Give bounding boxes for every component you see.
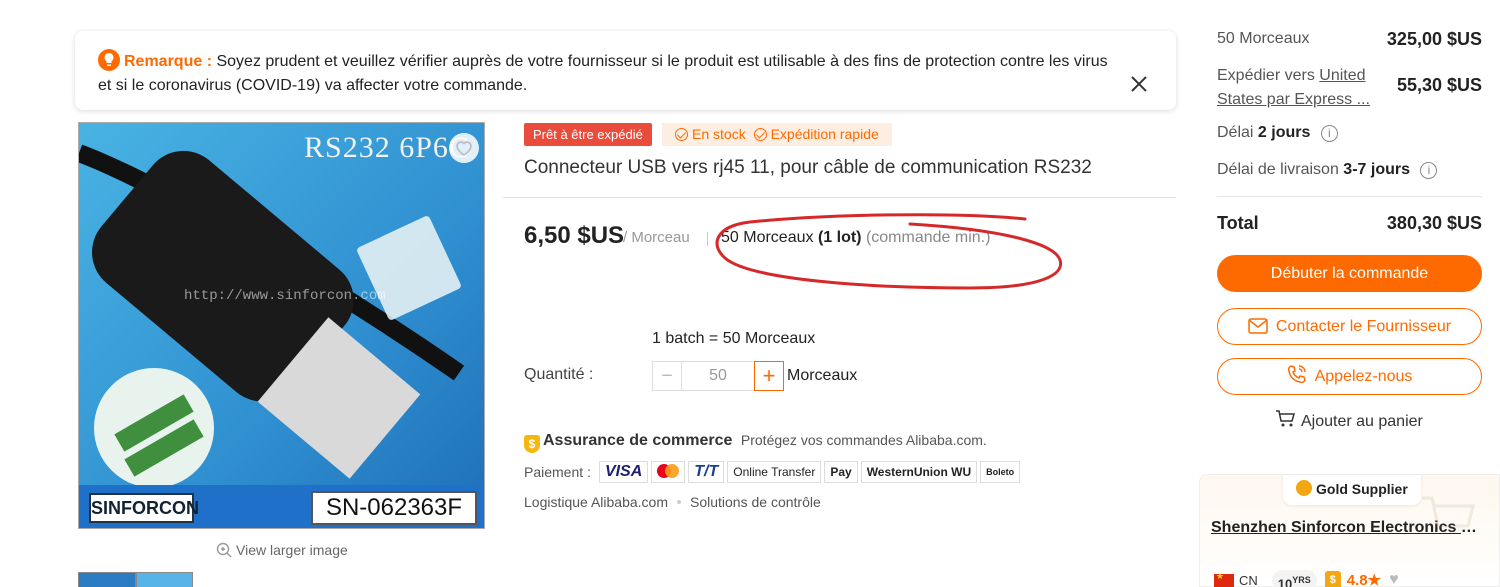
trade-assurance: $ Assurance de commerce Protégez vos comm… — [524, 432, 987, 453]
lightbulb-icon — [98, 49, 120, 71]
divider — [503, 197, 1176, 198]
decrement-button[interactable]: − — [652, 361, 682, 391]
inspection-link[interactable]: Solutions de contrôle — [690, 494, 821, 510]
supplier-rating: 4.8★ — [1346, 572, 1382, 587]
fast-ship-label: Expédition rapide — [770, 126, 879, 142]
payment-methods: Paiement : VISA T/T Online Transfer Pay … — [524, 461, 1021, 483]
supplier-years: 10YRS — [1271, 570, 1317, 587]
add-to-cart-button[interactable]: Ajouter au panier — [1275, 410, 1423, 433]
total-value: 380,30 $US — [1386, 213, 1482, 233]
image-watermark-url: http://www.sinforcon.com — [184, 288, 386, 304]
serial-number: SN-062363F — [311, 491, 477, 525]
logistics-row: Logistique Alibaba.com Solutions de contr… — [524, 494, 821, 510]
cable-illustration — [79, 144, 465, 488]
quantity-unit: Morceaux — [787, 367, 858, 384]
contact-supplier-label: Contacter le Fournisseur — [1275, 318, 1452, 335]
thumbnail-2[interactable] — [136, 572, 193, 587]
increment-button[interactable]: + — [754, 361, 784, 391]
price-unit: / Morceau — [623, 229, 690, 246]
assurance-desc: Protégez vos commandes Alibaba.com. — [740, 432, 987, 448]
call-us-button[interactable]: Appelez-nous — [1217, 358, 1482, 395]
decorative-cart-icon — [1422, 496, 1475, 528]
stock-badge: En stock Expédition rapide — [662, 123, 892, 146]
notice-banner: Remarque : Soyez prudent et veuillez vér… — [75, 31, 1176, 110]
contact-supplier-button[interactable]: Contacter le Fournisseur — [1217, 308, 1482, 345]
lead-time-row: Délai 2 jours i — [1217, 124, 1338, 142]
boleto-logo: Boleto — [980, 461, 1021, 483]
info-icon[interactable]: i — [1320, 125, 1338, 142]
delivery-row: Délai de livraison 3-7 jours i — [1217, 161, 1438, 179]
quantity-label: Quantité : — [524, 366, 594, 383]
batch-info: 1 batch = 50 Morceaux — [652, 330, 816, 347]
favorite-icon[interactable] — [449, 133, 479, 163]
delivery-label: Délai de livraison — [1217, 161, 1339, 178]
shipping-method-link[interactable]: States par Express ... — [1217, 91, 1370, 108]
verified-icon: $ — [1324, 571, 1341, 587]
call-us-label: Appelez-nous — [1314, 368, 1413, 385]
summary-qty-label: 50 Morceaux — [1217, 30, 1310, 47]
gold-medal-icon — [1296, 480, 1312, 496]
shipping-price: 55,30 $US — [1396, 75, 1482, 95]
western-union-logo: WesternUnion WU — [860, 461, 978, 483]
china-flag-icon — [1214, 571, 1234, 587]
in-stock-label: En stock — [692, 126, 746, 142]
notice-label: Remarque : — [124, 53, 213, 70]
assurance-title: Assurance de commerce — [543, 432, 733, 449]
add-to-cart-label: Ajouter au panier — [1301, 413, 1423, 430]
close-icon[interactable] — [1130, 75, 1148, 93]
thumbnail-1[interactable] — [78, 572, 136, 587]
supplier-country: CN — [1239, 572, 1258, 587]
lead-time-label: Délai — [1217, 124, 1254, 141]
mastercard-logo — [651, 461, 686, 483]
delivery-value: 3-7 jours — [1343, 161, 1410, 178]
shipping-link[interactable]: United — [1319, 67, 1365, 84]
check-icon — [675, 128, 688, 141]
view-larger-label: View larger image — [236, 542, 348, 558]
gold-supplier-badge: Gold Supplier — [1283, 475, 1421, 505]
notice-text: Soyez prudent et veuillez vérifier auprè… — [98, 53, 1108, 94]
summary-qty-price: 325,00 $US — [1386, 29, 1482, 49]
ready-to-ship-badge: Prêt à être expédié — [524, 123, 652, 146]
trade-assurance-icon: $ — [524, 435, 540, 453]
online-transfer-logo: Online Transfer — [727, 461, 822, 483]
apple-pay-logo: Pay — [824, 461, 858, 483]
divider — [1217, 196, 1482, 197]
brand-logo: SINFORCON — [89, 493, 199, 523]
check-icon — [753, 128, 767, 141]
mail-icon — [1248, 312, 1268, 347]
logistics-link[interactable]: Logistique Alibaba.com — [524, 494, 668, 510]
payment-label: Paiement : — [524, 464, 591, 480]
favorite-supplier-icon[interactable]: ♥ — [1389, 571, 1399, 587]
image-overlay-title: RS232 6P6C — [304, 131, 470, 164]
shipping-row: Expédier vers United States par Express … — [1217, 64, 1377, 112]
phone-icon — [1287, 362, 1307, 397]
quantity-stepper: − 50 + — [652, 361, 784, 391]
total-label: Total — [1217, 213, 1259, 233]
red-annotation-circle — [715, 213, 1063, 290]
lead-time-value: 2 jours — [1257, 124, 1311, 141]
separator — [707, 232, 708, 246]
cart-icon — [1275, 410, 1295, 433]
start-order-button[interactable]: Débuter la commande — [1217, 255, 1482, 292]
visa-logo: VISA — [598, 461, 649, 483]
tt-logo: T/T — [688, 461, 725, 483]
product-image[interactable]: RS232 6P6C http://www.sinforcon.com SINF… — [78, 122, 485, 529]
ship-prefix: Expédier vers — [1217, 67, 1315, 84]
info-icon[interactable]: i — [1420, 162, 1438, 179]
quantity-input[interactable]: 50 — [682, 361, 754, 391]
product-title: Connecteur USB vers rj45 11, pour câble … — [524, 157, 1092, 178]
view-larger-link[interactable]: View larger image — [216, 542, 348, 561]
product-price: 6,50 $US — [524, 222, 625, 249]
supplier-meta: CN 10YRS $ 4.8★ ♥ — [1214, 570, 1399, 587]
zoom-icon — [216, 542, 232, 561]
